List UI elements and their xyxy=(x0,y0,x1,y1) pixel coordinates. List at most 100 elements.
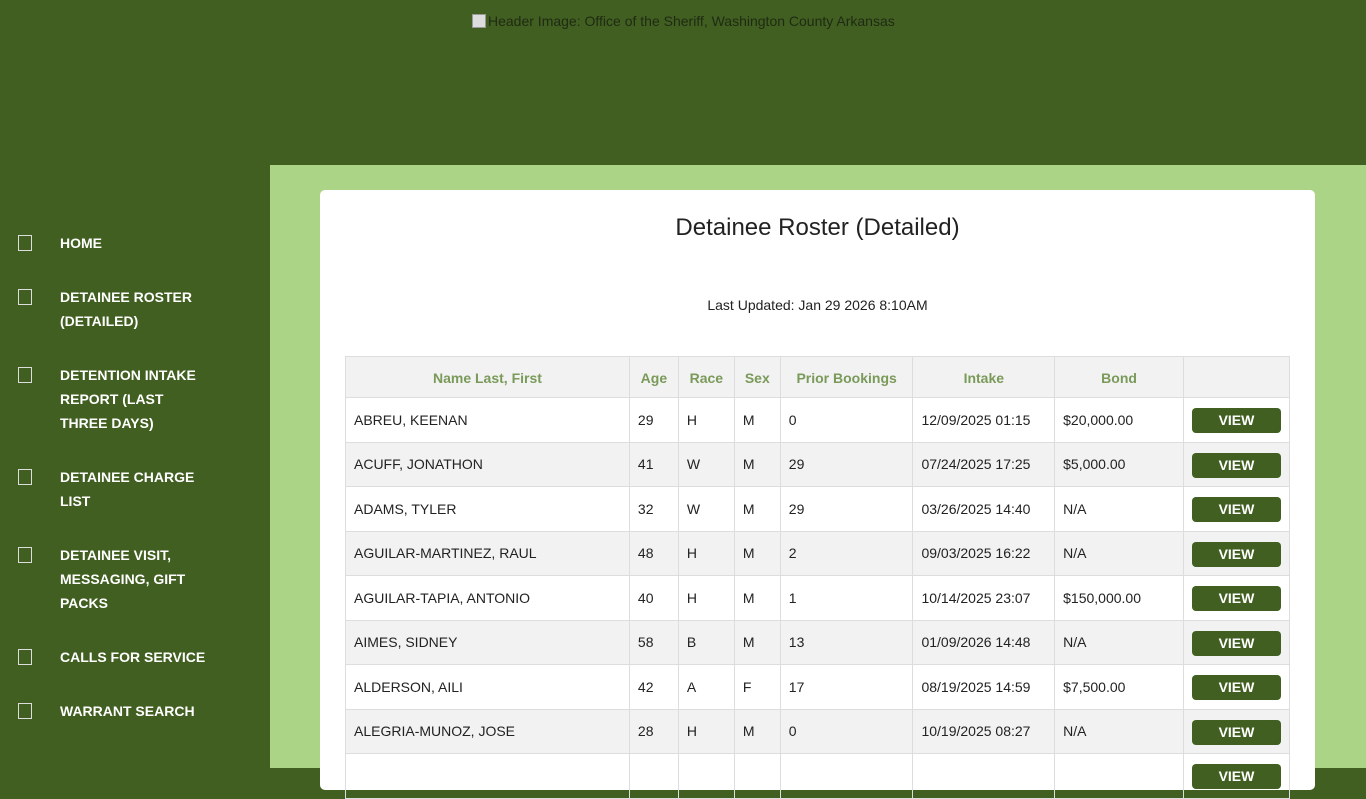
table-header-row: Name Last, First Age Race Sex Prior Bookings… xyxy=(345,356,1291,398)
view-button[interactable]: VIEW xyxy=(1191,764,1281,790)
table-cell: W xyxy=(677,486,735,532)
table-cell: 40 xyxy=(628,575,679,621)
table-cell: 29 xyxy=(779,486,914,532)
table-cell: AIMES, SIDNEY xyxy=(345,619,630,665)
table-cell: 58 xyxy=(628,619,679,665)
table-cell: ABREU, KEENAN xyxy=(345,397,630,443)
sidebar-item-detention-intake-report-last-three-days[interactable]: DETENTION INTAKE REPORT (LAST THREE DAYS… xyxy=(18,363,210,435)
table-cell xyxy=(345,753,630,799)
column-header: Intake xyxy=(912,356,1056,398)
table-cell xyxy=(779,753,914,799)
table-cell: ALDERSON, AILI xyxy=(345,664,630,710)
view-button[interactable]: VIEW xyxy=(1191,719,1281,745)
table-cell: N/A xyxy=(1054,619,1184,665)
view-button[interactable]: VIEW xyxy=(1191,586,1281,612)
table-cell: AGUILAR-MARTINEZ, RAUL xyxy=(345,530,630,576)
sidebar-item-detainee-charge-list[interactable]: DETAINEE CHARGE LIST xyxy=(18,465,210,513)
sidebar-item-label: DETAINEE VISIT, MESSAGING, GIFT PACKS xyxy=(60,547,186,611)
table-cell: N/A xyxy=(1054,530,1184,576)
table-row: ALEGRIA-MUNOZ, JOSE 28 H M 0 10/19/2025 08:27… xyxy=(345,708,1291,754)
table-cell: F xyxy=(733,664,781,710)
sidebar-nav: HOME DETAINEE ROSTER (DETAILED) DETENTION … xyxy=(0,165,270,768)
sidebar-item-label: CALLS FOR SERVICE xyxy=(60,649,206,665)
nav-icon xyxy=(18,649,32,665)
column-header: Bond xyxy=(1054,356,1184,398)
view-button[interactable]: VIEW xyxy=(1191,541,1281,567)
action-cell: VIEW xyxy=(1182,664,1291,710)
table-cell: 42 xyxy=(628,664,679,710)
table-cell: 12/09/2025 01:15 xyxy=(912,397,1056,443)
table-cell: A xyxy=(677,664,735,710)
table-cell: M xyxy=(733,530,781,576)
column-header: Race xyxy=(677,356,735,398)
nav-icon xyxy=(18,469,32,485)
last-updated: Last Updated: Jan 29 2026 8:10AM xyxy=(707,297,928,313)
table-cell xyxy=(1054,753,1184,799)
table-cell: 10/19/2025 08:27 xyxy=(912,708,1056,754)
table-cell: 13 xyxy=(779,619,914,665)
table-cell: ACUFF, JONATHON xyxy=(345,441,630,487)
nav-icon xyxy=(18,235,32,251)
column-header xyxy=(1182,356,1291,398)
action-cell: VIEW xyxy=(1182,530,1291,576)
table-cell xyxy=(733,753,781,799)
table-cell: M xyxy=(733,486,781,532)
view-button[interactable]: VIEW xyxy=(1191,497,1281,523)
view-button[interactable]: VIEW xyxy=(1191,408,1281,434)
table-cell: AGUILAR-TAPIA, ANTONIO xyxy=(345,575,630,621)
table-cell: M xyxy=(733,619,781,665)
sidebar-item-label: DETAINEE ROSTER (DETAILED) xyxy=(60,289,192,329)
table-cell: M xyxy=(733,575,781,621)
table-cell xyxy=(628,753,679,799)
table-cell: $20,000.00 xyxy=(1054,397,1184,443)
site-header: Header Image: Office of the Sheriff, Was… xyxy=(0,0,1366,165)
sidebar-item-label: DETAINEE CHARGE LIST xyxy=(60,469,195,509)
table-cell: H xyxy=(677,575,735,621)
view-button[interactable]: VIEW xyxy=(1191,630,1281,656)
table-row: ALDERSON, AILI 42 A F 17 08/19/2025 14:59 $7,5… xyxy=(345,664,1291,710)
table-cell: $5,000.00 xyxy=(1054,441,1184,487)
table-row: AIMES, SIDNEY 58 B M 13 01/09/2026 14:48 N/A VI… xyxy=(345,619,1291,665)
table-row: VIEW xyxy=(345,753,1291,799)
nav-icon xyxy=(18,703,32,719)
table-cell: 03/26/2025 14:40 xyxy=(912,486,1056,532)
column-header: Sex xyxy=(733,356,781,398)
table-cell: 41 xyxy=(628,441,679,487)
action-cell: VIEW xyxy=(1182,753,1291,799)
sidebar-item-detainee-roster-detailed[interactable]: DETAINEE ROSTER (DETAILED) xyxy=(18,285,210,333)
nav-icon xyxy=(18,547,32,563)
sidebar-item-warrant-search[interactable]: WARRANT SEARCH xyxy=(18,699,210,723)
table-cell: 29 xyxy=(779,441,914,487)
table-row: AGUILAR-TAPIA, ANTONIO 40 H M 1 10/14/2025 23… xyxy=(345,575,1291,621)
sidebar-item-home[interactable]: HOME xyxy=(18,231,210,255)
action-cell: VIEW xyxy=(1182,575,1291,621)
roster-table: Name Last, First Age Race Sex Prior Bookings… xyxy=(345,356,1291,799)
table-cell: 2 xyxy=(779,530,914,576)
nav-icon xyxy=(18,367,32,383)
table-cell: 08/19/2025 14:59 xyxy=(912,664,1056,710)
table-cell: 32 xyxy=(628,486,679,532)
view-button[interactable]: VIEW xyxy=(1191,452,1281,478)
table-cell: 17 xyxy=(779,664,914,710)
table-cell: 07/24/2025 17:25 xyxy=(912,441,1056,487)
column-header: Age xyxy=(628,356,679,398)
sidebar-item-calls-for-service[interactable]: CALLS FOR SERVICE xyxy=(18,645,210,669)
sidebar-item-label: HOME xyxy=(60,235,102,251)
table-row: ADAMS, TYLER 32 W M 29 03/26/2025 14:40 N/A VIE… xyxy=(345,486,1291,532)
table-cell: ADAMS, TYLER xyxy=(345,486,630,532)
sidebar-item-label: DETENTION INTAKE REPORT (LAST THREE DAYS… xyxy=(60,367,196,431)
table-cell xyxy=(677,753,735,799)
column-header: Prior Bookings xyxy=(779,356,914,398)
header-image: Header Image: Office of the Sheriff, Was… xyxy=(472,13,895,29)
table-cell: $150,000.00 xyxy=(1054,575,1184,621)
sidebar-item-label: WARRANT SEARCH xyxy=(60,703,195,719)
table-cell: 1 xyxy=(779,575,914,621)
column-header: Name Last, First xyxy=(345,356,630,398)
table-cell: M xyxy=(733,708,781,754)
table-cell: H xyxy=(677,397,735,443)
view-button[interactable]: VIEW xyxy=(1191,675,1281,701)
sidebar-item-detainee-visit-messaging-gift-packs[interactable]: DETAINEE VISIT, MESSAGING, GIFT PACKS xyxy=(18,543,210,615)
table-cell: 01/09/2026 14:48 xyxy=(912,619,1056,665)
action-cell: VIEW xyxy=(1182,441,1291,487)
table-row: AGUILAR-MARTINEZ, RAUL 48 H M 2 09/03/2025 16… xyxy=(345,530,1291,576)
